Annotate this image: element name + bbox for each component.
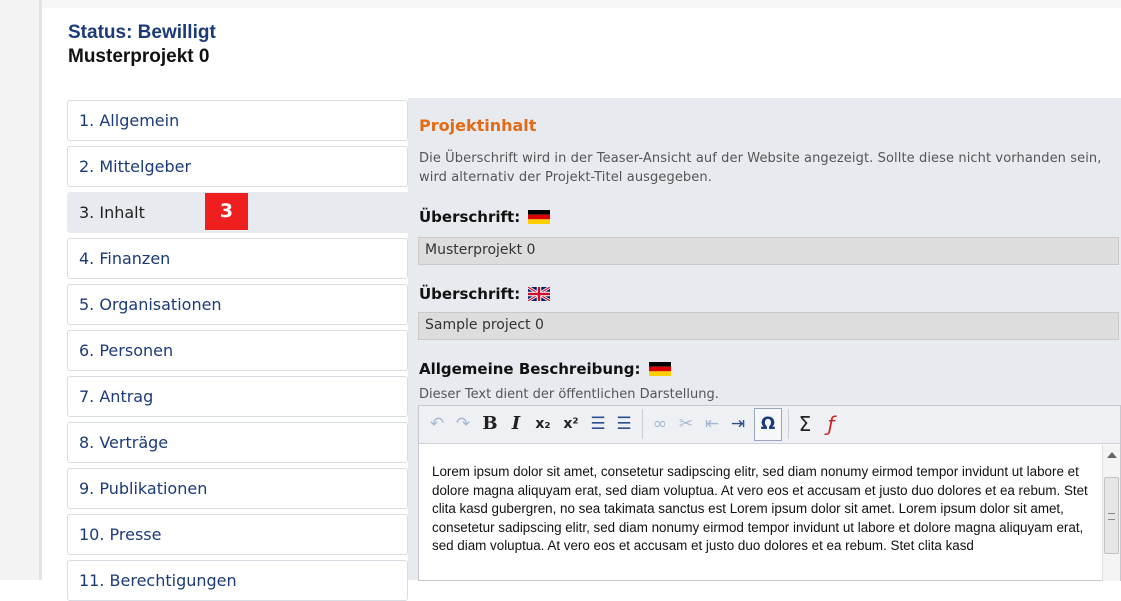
redo-icon[interactable]: ↷ (453, 411, 473, 437)
nav-item-finanzen[interactable]: 4. Finanzen (67, 238, 408, 279)
nav-item-antrag[interactable]: 7. Antrag (67, 376, 408, 417)
nav-item-label: 2. Mittelgeber (79, 157, 192, 176)
nav-item-label: 11. Berechtigungen (79, 571, 237, 590)
scroll-up-arrow-icon[interactable] (1107, 452, 1117, 458)
editor-toolbar: ↶ ↷ B I x₂ x² ☰ ☰ ∞ ✂ ⇤ ⇥ Ω Σ ƒ (419, 406, 1120, 444)
ordered-list-icon[interactable]: ☰ (587, 411, 609, 437)
description-hint: Dieser Text dient der öffentlichen Darst… (419, 387, 719, 402)
nav-item-label: 4. Finanzen (79, 249, 171, 268)
subscript-button[interactable]: x₂ (531, 411, 555, 437)
nav-item-presse[interactable]: 10. Presse (67, 514, 408, 555)
heading-de-label-text: Überschrift: (419, 208, 521, 226)
formula-icon[interactable]: ƒ (819, 411, 843, 437)
nav-item-label: 8. Verträge (79, 433, 169, 452)
toolbar-separator (788, 409, 789, 439)
nav-item-label: 9. Publikationen (79, 479, 208, 498)
section-title: Projektinhalt (419, 116, 537, 135)
description-label-text: Allgemeine Beschreibung: (419, 360, 641, 378)
heading-de-field[interactable]: Musterprojekt 0 (418, 237, 1119, 265)
nav-item-organisationen[interactable]: 5. Organisationen (67, 284, 408, 325)
italic-button[interactable]: I (505, 411, 527, 437)
indent-icon[interactable]: ⇥ (727, 411, 749, 437)
link-icon[interactable]: ∞ (649, 411, 671, 437)
superscript-button[interactable]: x² (559, 411, 583, 437)
heading-en-label-text: Überschrift: (419, 285, 521, 303)
toolbar-separator (642, 409, 643, 439)
nav-item-mittelgeber[interactable]: 2. Mittelgeber (67, 146, 408, 187)
info-text: Die Überschrift wird in der Teaser-Ansic… (419, 151, 1102, 185)
heading-de-label: Überschrift: (419, 208, 551, 228)
scroll-grip-icon (1108, 513, 1115, 520)
german-flag-icon (648, 362, 671, 380)
step-number-badge: 3 (205, 193, 248, 230)
nav-item-berechtigungen[interactable]: 11. Berechtigungen (67, 560, 408, 601)
nav-item-publikationen[interactable]: 9. Publikationen (67, 468, 408, 509)
left-gutter (0, 0, 40, 580)
description-text-area[interactable]: Lorem ipsum dolor sit amet, consetetur s… (432, 463, 1100, 556)
top-strip (42, 0, 1121, 8)
nav-item-label: 1. Allgemein (79, 111, 180, 130)
editor-scrollbar[interactable] (1102, 445, 1120, 581)
heading-en-label: Überschrift: (419, 285, 552, 305)
description-editor: ↶ ↷ B I x₂ x² ☰ ☰ ∞ ✂ ⇤ ⇥ Ω Σ ƒ Lorem ip… (418, 405, 1121, 581)
outdent-icon[interactable]: ⇤ (701, 411, 723, 437)
nav-item-label: 6. Personen (79, 341, 174, 360)
scroll-thumb[interactable] (1104, 477, 1119, 554)
german-flag-icon (528, 210, 551, 228)
content-panel: Projektinhalt Die Überschrift wird in de… (408, 98, 1121, 581)
omega-icon[interactable]: Ω (756, 411, 780, 437)
nav-item-label: 7. Antrag (79, 387, 154, 406)
nav-item-vertraege[interactable]: 8. Verträge (67, 422, 408, 463)
sigma-icon[interactable]: Σ (793, 411, 817, 437)
project-status: Status: Bewilligt (68, 22, 216, 43)
uk-flag-icon (527, 285, 552, 305)
unlink-icon[interactable]: ✂ (675, 411, 697, 437)
undo-icon[interactable]: ↶ (427, 411, 447, 437)
nav-item-allgemein[interactable]: 1. Allgemein (67, 100, 408, 141)
heading-en-field[interactable]: Sample project 0 (418, 312, 1119, 340)
unordered-list-icon[interactable]: ☰ (613, 411, 635, 437)
gutter-divider (40, 0, 42, 580)
project-title: Musterprojekt 0 (68, 46, 210, 67)
nav-item-personen[interactable]: 6. Personen (67, 330, 408, 371)
nav-item-label: 3. Inhalt (79, 203, 145, 222)
description-label: Allgemeine Beschreibung: (419, 360, 671, 380)
nav-item-label: 10. Presse (79, 525, 162, 544)
nav-item-label: 5. Organisationen (79, 295, 222, 314)
bold-button[interactable]: B (479, 411, 501, 437)
